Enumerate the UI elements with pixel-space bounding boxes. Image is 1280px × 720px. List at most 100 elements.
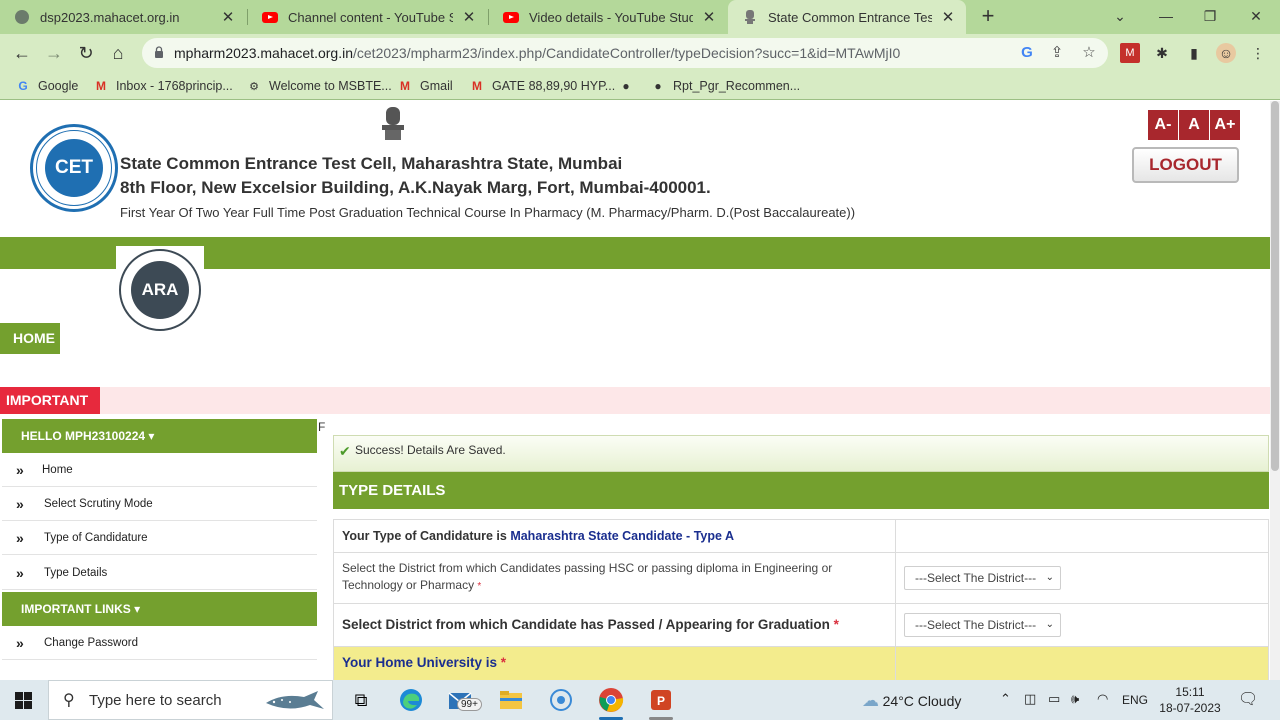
sidebar-item-scrutiny-mode[interactable]: » Select Scrutiny Mode (2, 487, 317, 521)
share-icon[interactable]: ⇪ (1048, 44, 1066, 62)
bookmark-inbox[interactable]: M Inbox - 1768princip... (93, 77, 233, 95)
bookmark-msbte[interactable]: ⚙ Welcome to MSBTE... (246, 77, 392, 95)
side-panel-icon[interactable]: ▮ (1184, 43, 1204, 63)
tab-state-cet-cell[interactable]: State Common Entrance Test Cell ✕ (728, 0, 966, 34)
sidebar-links-heading[interactable]: IMPORTANT LINKS ▾ (2, 592, 317, 626)
hsc-district-select[interactable]: ---Select The District--- ⌄ (904, 566, 1061, 590)
bookmark-rpt-pgr[interactable]: ● Rpt_Pgr_Recommen... (650, 77, 800, 95)
chevron-up-icon[interactable]: ⌃ (1000, 691, 1011, 707)
org-title: State Common Entrance Test Cell, Maharas… (120, 154, 623, 173)
clock[interactable]: 15:11 18-07-2023 (1150, 684, 1230, 716)
sidebar-item-home[interactable]: » Home (2, 453, 317, 487)
sidebar-item-type-details[interactable]: » Type Details (2, 556, 317, 590)
font-increase-button[interactable]: A+ (1210, 110, 1240, 140)
search-placeholder: Type here to search (89, 692, 222, 709)
close-icon[interactable]: ✕ (220, 8, 236, 26)
extension-icon[interactable]: M (1120, 43, 1140, 63)
home-icon[interactable]: ⌂ (106, 41, 130, 65)
bookmark-gate[interactable]: M GATE 88,89,90 HYP... (469, 77, 615, 95)
volume-icon[interactable]: 🕪 (1071, 691, 1079, 707)
bookmark-google[interactable]: G Google (15, 77, 78, 95)
sidebar-user-heading[interactable]: HELLO MPH23100224 ▾ (2, 419, 317, 453)
cloud-icon: ☁ (862, 691, 879, 710)
profile-avatar[interactable]: ☺ (1216, 43, 1236, 63)
cet-cell-logo: CET (30, 124, 118, 212)
close-icon[interactable]: ✕ (461, 8, 477, 26)
wifi-icon[interactable]: ◠ (1097, 691, 1108, 707)
sidebar-item-label: Home (42, 464, 73, 476)
windows-start-icon[interactable] (15, 692, 32, 709)
powerpoint-icon[interactable]: P (647, 686, 675, 714)
home-nav-button[interactable]: HOME (0, 323, 60, 354)
forward-button[interactable]: → (42, 41, 66, 65)
edge-icon[interactable] (397, 686, 425, 714)
reload-button[interactable]: ↻ (74, 41, 98, 65)
cet-logo-text: CET (45, 139, 103, 197)
select-value: ---Select The District--- (915, 571, 1037, 585)
page-scrollbar[interactable] (1270, 101, 1280, 680)
weather-widget[interactable]: ☁ 24°C Cloudy (862, 691, 961, 711)
kebab-menu-icon[interactable]: ⋮ (1248, 43, 1268, 63)
double-chevron-icon: » (16, 462, 24, 478)
chevron-down-icon: ⌄ (1045, 619, 1054, 630)
meet-now-icon[interactable]: ◫ (1024, 691, 1036, 707)
sidebar-item-type-of-candidature[interactable]: » Type of Candidature (2, 521, 317, 555)
clock-date: 18-07-2023 (1159, 701, 1221, 715)
select-value: ---Select The District--- (915, 618, 1037, 632)
national-emblem-icon (382, 107, 404, 140)
file-explorer-icon[interactable] (497, 686, 525, 714)
tab-title: State Common Entrance Test Cell (768, 9, 932, 25)
close-icon[interactable]: ✕ (701, 8, 717, 26)
restore-button[interactable]: ❐ (1198, 5, 1222, 27)
notification-icon[interactable]: 🗨 (1238, 689, 1258, 709)
taskbar-search[interactable]: ⚲ Type here to search (48, 680, 333, 720)
required-asterisk: * (477, 581, 482, 592)
google-lens-icon[interactable]: G (1018, 44, 1036, 62)
language-indicator[interactable]: ENG (1122, 693, 1148, 707)
important-label[interactable]: IMPORTANT (0, 387, 100, 414)
close-window-button[interactable]: ✕ (1244, 5, 1268, 27)
double-chevron-icon: » (16, 496, 24, 512)
whale-shark-icon (266, 691, 324, 709)
task-view-icon[interactable]: ⧉ (347, 686, 375, 714)
bookmark-label: Welcome to MSBTE... (269, 79, 392, 93)
address-bar[interactable]: mpharm2023.mahacet.org.in/cet2023/mpharm… (142, 38, 1108, 68)
scrollbar-thumb[interactable] (1271, 101, 1279, 471)
sidebar-item-label: Type of Candidature (44, 532, 148, 544)
graduation-district-select[interactable]: ---Select The District--- ⌄ (904, 613, 1061, 637)
battery-icon[interactable]: ▭ (1048, 691, 1060, 707)
bookmarks-bar: G Google M Inbox - 1768princip... ⚙ Welc… (0, 72, 1280, 100)
double-chevron-icon: » (16, 565, 24, 581)
ara-logo: ARA (116, 246, 204, 334)
close-icon[interactable]: ✕ (940, 8, 956, 26)
tab-video-details[interactable]: Video details - YouTube Studio ✕ (489, 0, 727, 34)
app-icon[interactable] (547, 686, 575, 714)
bookmark-gmail[interactable]: M Gmail (397, 77, 453, 95)
tab-channel-content[interactable]: Channel content - YouTube Studio ✕ (248, 0, 487, 34)
new-tab-button[interactable]: + (976, 5, 1000, 29)
sidebar-item-change-password[interactable]: » Change Password (2, 626, 317, 660)
bookmark-star-icon[interactable]: ☆ (1080, 44, 1098, 62)
site-header: CET State Common Entrance Test Cell, Mah… (0, 101, 1270, 237)
tab-dsp2023[interactable]: dsp2023.mahacet.org.in ✕ (0, 0, 246, 34)
bookmark-label: Google (38, 79, 79, 93)
font-decrease-button[interactable]: A- (1148, 110, 1178, 140)
tab-title: dsp2023.mahacet.org.in (40, 9, 180, 25)
mail-icon[interactable]: 99+ (447, 686, 482, 714)
bookmark-github[interactable]: ● (618, 77, 641, 95)
globe-icon (14, 9, 30, 25)
minimize-button[interactable]: — (1154, 5, 1178, 27)
back-button[interactable]: ← (10, 41, 34, 65)
tab-title: Video details - YouTube Studio (529, 9, 693, 25)
course-title: First Year Of Two Year Full Time Post Gr… (120, 205, 856, 220)
chevron-down-icon: ⌄ (1045, 572, 1054, 583)
tab-search-icon[interactable]: ⌄ (1108, 5, 1132, 27)
gmail-icon: M (96, 79, 106, 93)
chrome-icon[interactable] (597, 686, 625, 714)
required-asterisk: * (833, 617, 839, 632)
font-reset-button[interactable]: A (1179, 110, 1209, 140)
puzzle-icon[interactable]: ✱ (1152, 43, 1172, 63)
emblem-icon (742, 9, 758, 25)
hsc-district-row: Select the District from which Candidate… (333, 553, 1269, 604)
logout-button[interactable]: LOGOUT (1132, 147, 1239, 183)
